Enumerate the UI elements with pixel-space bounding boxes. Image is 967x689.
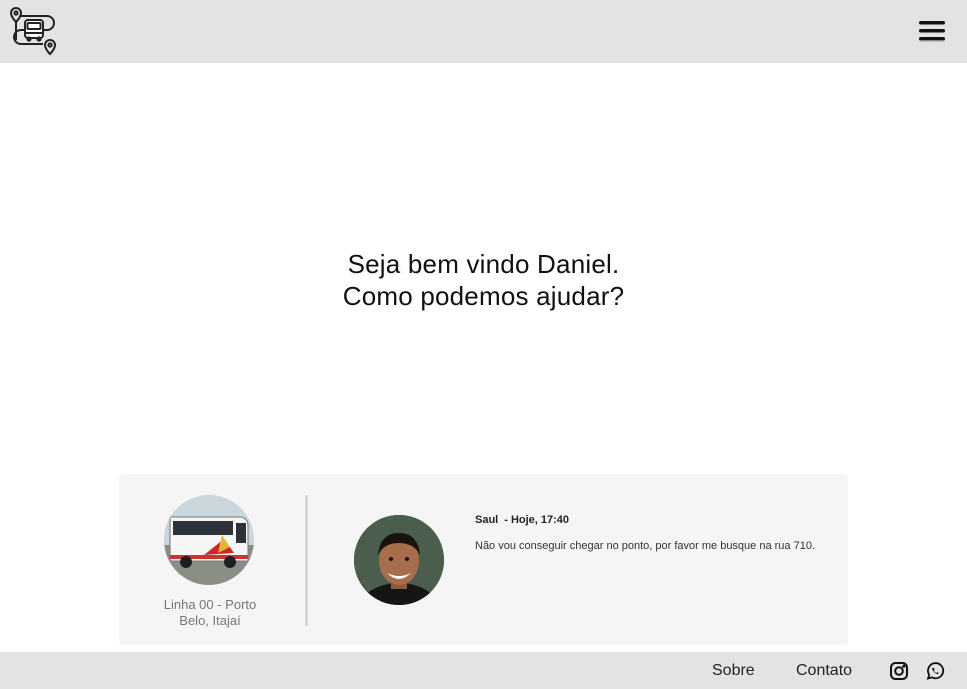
hamburger-menu-icon[interactable] bbox=[918, 18, 946, 44]
message-card[interactable]: Linha 00 - Porto Belo, Itajaí Saul - Hoje… bbox=[119, 474, 848, 645]
bus-line-label: Linha 00 - Porto Belo, Itajaí bbox=[163, 597, 257, 628]
footer-link-contato[interactable]: Contato bbox=[796, 662, 852, 680]
bus-route-logo-icon[interactable] bbox=[7, 6, 59, 56]
welcome-message: Seja bem vindo Daniel. Como podemos ajud… bbox=[0, 248, 967, 312]
message-time: - Hoje, 17:40 bbox=[504, 514, 570, 526]
card-divider bbox=[305, 495, 308, 626]
user-avatar[interactable] bbox=[354, 515, 444, 605]
message-header: Saul - Hoje, 17:40 bbox=[475, 514, 569, 526]
footer-link-sobre[interactable]: Sobre bbox=[712, 662, 755, 680]
instagram-icon[interactable] bbox=[889, 661, 909, 681]
welcome-line-2: Como podemos ajudar? bbox=[342, 281, 625, 311]
sender-name: Saul bbox=[475, 514, 499, 526]
top-bar bbox=[0, 0, 967, 63]
bus-photo bbox=[164, 495, 254, 585]
welcome-line-1: Seja bem vindo Daniel. bbox=[347, 249, 620, 279]
footer-bar: Sobre Contato bbox=[0, 652, 967, 689]
message-text: Não vou conseguir chegar no ponto, por f… bbox=[475, 540, 816, 552]
whatsapp-icon[interactable] bbox=[925, 661, 945, 681]
